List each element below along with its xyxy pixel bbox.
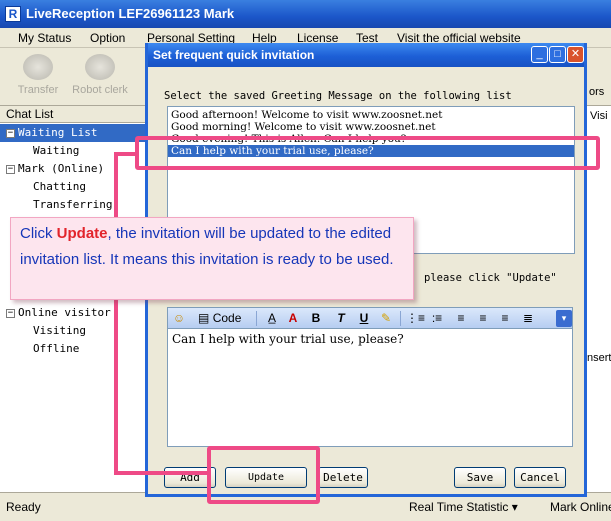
highlight-icon[interactable]: ✎ bbox=[378, 310, 394, 327]
instruction-callout: Click Update, the invitation will be upd… bbox=[10, 217, 414, 300]
justify-icon[interactable]: ≣ bbox=[520, 310, 536, 327]
tree-label: Waiting List bbox=[18, 126, 98, 139]
chevron-down-icon: ▾ bbox=[511, 500, 518, 514]
greeting-item[interactable]: Good afternoon! Welcome to visit www.zoo… bbox=[168, 109, 574, 121]
dialog-title-bar: Set frequent quick invitation bbox=[148, 43, 584, 67]
tree-label: Online visitor bbox=[18, 306, 111, 319]
robot-clerk-button[interactable]: Robot clerk bbox=[68, 54, 132, 102]
delete-button[interactable]: Delete bbox=[318, 467, 368, 488]
maximize-icon[interactable]: □ bbox=[549, 46, 566, 63]
callout-keyword: Update bbox=[56, 225, 108, 242]
toolbar-fragment: ors bbox=[589, 86, 605, 98]
tree-online-visitor[interactable]: − Online visitor bbox=[0, 304, 150, 322]
tree-transferring[interactable]: Transferring bbox=[0, 196, 150, 214]
invitation-editor[interactable]: Can I help with your trial use, please? bbox=[167, 329, 573, 447]
code-button[interactable]: ▤ Code bbox=[192, 310, 258, 327]
statistic-label: Real Time Statistic bbox=[409, 500, 509, 514]
bold-button[interactable]: B bbox=[308, 310, 324, 327]
connector-line bbox=[114, 152, 118, 475]
status-online: Mark Online bbox=[550, 500, 611, 514]
status-ready: Ready bbox=[6, 500, 41, 514]
robot-icon bbox=[85, 54, 115, 80]
robot-clerk-label: Robot clerk bbox=[72, 84, 128, 96]
collapse-icon[interactable]: − bbox=[6, 128, 15, 138]
dialog-title: Set frequent quick invitation bbox=[153, 48, 315, 62]
transfer-button[interactable]: Transfer bbox=[6, 54, 70, 102]
font-color-icon[interactable]: A bbox=[285, 310, 301, 327]
update-hint: please click "Update" bbox=[424, 272, 557, 284]
update-button-highlight bbox=[207, 446, 320, 504]
toolbar-overflow-icon[interactable]: ▾ bbox=[556, 310, 572, 327]
collapse-icon[interactable]: − bbox=[6, 308, 15, 318]
selected-greeting-highlight bbox=[135, 136, 600, 170]
font-size-icon[interactable]: A̲ bbox=[264, 310, 280, 327]
align-left-icon[interactable]: ≡ bbox=[453, 310, 469, 327]
app-logo-icon: R bbox=[5, 6, 21, 22]
menu-option[interactable]: Option bbox=[90, 31, 125, 45]
align-right-icon[interactable]: ≡ bbox=[497, 310, 513, 327]
tree-waiting[interactable]: Waiting bbox=[0, 142, 150, 160]
transfer-label: Transfer bbox=[17, 84, 59, 96]
separator bbox=[256, 311, 257, 326]
right-panel-fragment: Visi bbox=[590, 110, 608, 122]
tree-waiting-list[interactable]: − Waiting List bbox=[0, 124, 150, 142]
chat-list-header: Chat List bbox=[0, 106, 149, 123]
bullet-list-icon[interactable]: :≡ bbox=[429, 310, 445, 327]
tree-visiting[interactable]: Visiting bbox=[0, 322, 150, 340]
connector-line bbox=[114, 471, 210, 475]
transfer-icon bbox=[23, 54, 53, 80]
underline-button[interactable]: U bbox=[356, 310, 372, 327]
code-label: Code bbox=[212, 311, 242, 325]
italic-button[interactable]: T bbox=[333, 310, 349, 327]
tree-mark-online[interactable]: − Mark (Online) bbox=[0, 160, 150, 178]
insert-fragment: nsert bbox=[587, 352, 611, 364]
tree-label: Mark (Online) bbox=[18, 162, 105, 175]
code-icon: ▤ bbox=[198, 311, 210, 325]
tree-offline[interactable]: Offline bbox=[0, 340, 150, 358]
real-time-statistic-dropdown[interactable]: Real Time Statistic ▾ bbox=[409, 500, 518, 514]
numbered-list-icon[interactable]: ⋮≡ bbox=[406, 310, 425, 327]
window-title: LiveReception LEF26961123 Mark bbox=[26, 6, 235, 21]
align-center-icon[interactable]: ≡ bbox=[475, 310, 491, 327]
save-button[interactable]: Save bbox=[454, 467, 506, 488]
greeting-list-label: Select the saved Greeting Message on the… bbox=[164, 90, 512, 102]
callout-text: Click bbox=[20, 225, 57, 242]
close-icon[interactable]: ✕ bbox=[567, 46, 584, 63]
separator bbox=[400, 311, 401, 326]
minimize-icon[interactable]: _ bbox=[531, 46, 548, 63]
emoticon-icon[interactable]: ☺ bbox=[171, 310, 187, 327]
menu-my-status[interactable]: My Status bbox=[18, 31, 71, 45]
collapse-icon[interactable]: − bbox=[6, 164, 15, 174]
window-title-bar: LiveReception LEF26961123 Mark bbox=[0, 0, 611, 28]
editor-toolbar: ☺ ▤ Code A̲ A B T U ✎ ⋮≡ :≡ ≡ ≡ ≡ ≣ ▾ bbox=[167, 307, 573, 329]
greeting-item[interactable]: Good morning! Welcome to visit www.zoosn… bbox=[168, 121, 574, 133]
tree-chatting[interactable]: Chatting bbox=[0, 178, 150, 196]
cancel-button[interactable]: Cancel bbox=[514, 467, 566, 488]
